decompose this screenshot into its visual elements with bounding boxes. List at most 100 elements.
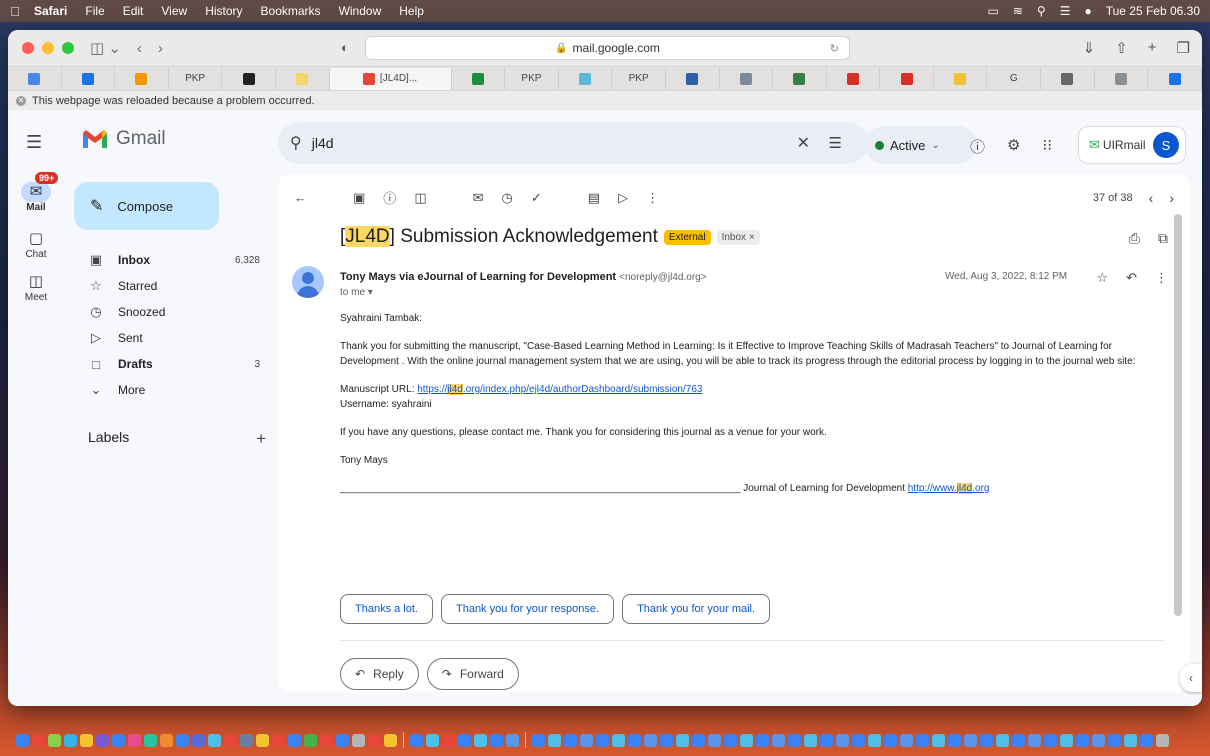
avatar[interactable]: S <box>1153 132 1179 158</box>
rail-item-chat[interactable]: ▢ Chat <box>8 229 64 260</box>
dock-app-icon[interactable] <box>426 733 439 747</box>
dock-app-icon[interactable] <box>48 733 61 747</box>
journal-link[interactable]: http://www.jl4d.org <box>908 483 989 494</box>
dock-app-icon[interactable] <box>836 733 849 747</box>
compose-button[interactable]: ✎ Compose <box>74 182 219 230</box>
rail-item-meet[interactable]: ◫ Meet <box>8 272 64 303</box>
browser-tab[interactable] <box>222 67 276 90</box>
dock-app-icon[interactable] <box>884 733 897 747</box>
dock-app-icon[interactable] <box>1076 733 1089 747</box>
dock-app-icon[interactable] <box>368 733 381 747</box>
dock-app-icon[interactable] <box>208 733 221 747</box>
search-input[interactable]: jl4d <box>312 135 334 151</box>
dock-app-icon[interactable] <box>660 733 673 747</box>
smart-reply-button[interactable]: Thanks a lot. <box>340 594 433 624</box>
sidebar-item-snoozed[interactable]: ◷ Snoozed <box>64 299 274 325</box>
sidebar-toggle-icon[interactable]: ◫ ⌄ <box>90 39 121 57</box>
dock-app-icon[interactable] <box>1092 733 1105 747</box>
more-options-icon[interactable]: ⋮ <box>646 190 659 206</box>
dock-app-icon[interactable] <box>1140 733 1153 747</box>
mark-unread-icon[interactable]: ✉ <box>473 190 484 206</box>
label-icon[interactable]: ▷ <box>618 190 628 206</box>
dock-app-icon[interactable] <box>224 733 237 747</box>
browser-tab[interactable]: PKP <box>505 67 559 90</box>
dock-app-icon[interactable] <box>708 733 721 747</box>
dock-app-icon[interactable] <box>916 733 929 747</box>
reply-icon[interactable]: ↶ <box>1126 270 1137 286</box>
dock-app-icon[interactable] <box>820 733 833 747</box>
dock-app-icon[interactable] <box>96 733 109 747</box>
dock-app-icon[interactable] <box>128 733 141 747</box>
back-icon[interactable]: ‹ <box>137 40 142 57</box>
browser-tab[interactable] <box>1041 67 1095 90</box>
browser-tab[interactable] <box>720 67 774 90</box>
dock-app-icon[interactable] <box>756 733 769 747</box>
inbox-label-chip[interactable]: Inbox × <box>716 229 760 245</box>
dock-app-icon[interactable] <box>740 733 753 747</box>
status-button[interactable]: Active ⌄ <box>865 126 977 164</box>
reply-button[interactable]: ↶ Reply <box>340 658 419 690</box>
dock-app-icon[interactable] <box>1124 733 1137 747</box>
dock-app-icon[interactable] <box>1060 733 1073 747</box>
dock-app-icon[interactable] <box>1156 733 1169 747</box>
dock-app-icon[interactable] <box>506 733 519 747</box>
dock-app-icon[interactable] <box>868 733 881 747</box>
share-icon[interactable]: ⇧ <box>1115 39 1128 57</box>
search-options-icon[interactable]: ☰ <box>829 134 842 152</box>
manuscript-link[interactable]: https://jl4d.org/index.php/ejl4d/authorD… <box>417 384 702 395</box>
dock-app-icon[interactable] <box>474 733 487 747</box>
browser-tab[interactable] <box>452 67 506 90</box>
dock-app-icon[interactable] <box>900 733 913 747</box>
smart-reply-button[interactable]: Thank you for your response. <box>440 594 615 624</box>
delete-icon[interactable]: ◫ <box>414 190 426 206</box>
dock-app-icon[interactable] <box>410 733 423 747</box>
dock-app-icon[interactable] <box>256 733 269 747</box>
dock-app-icon[interactable] <box>112 733 125 747</box>
main-menu-icon[interactable]: ☰ <box>26 132 42 153</box>
clear-search-icon[interactable]: ✕ <box>797 133 810 153</box>
dock-app-icon[interactable] <box>442 733 455 747</box>
rail-item-mail[interactable]: ✉ 99+ Mail <box>8 172 64 213</box>
dock-app-icon[interactable] <box>948 733 961 747</box>
dock-app-icon[interactable] <box>352 733 365 747</box>
menu-history[interactable]: History <box>196 4 251 18</box>
dock-app-icon[interactable] <box>320 733 333 747</box>
snooze-icon[interactable]: ◷ <box>502 190 513 206</box>
dock-app-icon[interactable] <box>676 733 689 747</box>
new-tab-icon[interactable]: + <box>1148 39 1157 57</box>
dock-app-icon[interactable] <box>980 733 993 747</box>
menu-bookmarks[interactable]: Bookmarks <box>252 4 330 18</box>
browser-tab[interactable] <box>773 67 827 90</box>
dock-app-icon[interactable] <box>1044 733 1057 747</box>
dock-app-icon[interactable] <box>80 733 93 747</box>
dock-app-icon[interactable] <box>304 733 317 747</box>
browser-tab[interactable] <box>827 67 881 90</box>
apple-icon[interactable]:  <box>0 4 30 19</box>
print-icon[interactable]: ⎙ <box>1129 230 1140 247</box>
browser-tab[interactable]: PKP <box>612 67 666 90</box>
sidebar-item-more[interactable]: ⌄ More <box>64 377 274 403</box>
dock-app-icon[interactable] <box>596 733 609 747</box>
dock-app-icon[interactable] <box>458 733 471 747</box>
sidebar-item-inbox[interactable]: ▣ Inbox 6,328 <box>64 247 274 273</box>
apps-grid-icon[interactable]: ⁝⁝ <box>1042 136 1052 157</box>
dock-app-icon[interactable] <box>1108 733 1121 747</box>
dock-app-icon[interactable] <box>612 733 625 747</box>
dock-app-icon[interactable] <box>724 733 737 747</box>
dock-app-icon[interactable] <box>532 733 545 747</box>
star-icon[interactable]: ☆ <box>1096 270 1108 286</box>
back-to-list-icon[interactable]: ← <box>294 190 307 205</box>
minimize-window-button[interactable] <box>42 42 54 54</box>
scrollbar[interactable] <box>1174 214 1182 616</box>
dock-app-icon[interactable] <box>964 733 977 747</box>
dock-app-icon[interactable] <box>240 733 253 747</box>
downloads-icon[interactable]: ⇓ <box>1083 39 1096 57</box>
browser-tab[interactable]: PKP <box>169 67 223 90</box>
sidebar-item-starred[interactable]: ☆ Starred <box>64 273 274 299</box>
browser-tab[interactable] <box>934 67 988 90</box>
dock-app-icon[interactable] <box>852 733 865 747</box>
close-notice-icon[interactable]: ✕ <box>16 95 26 106</box>
browser-tab[interactable] <box>62 67 116 90</box>
tab-overview-icon[interactable]: ❐ <box>1177 39 1190 57</box>
recipient-toggle[interactable]: to me ▾ <box>340 287 373 298</box>
